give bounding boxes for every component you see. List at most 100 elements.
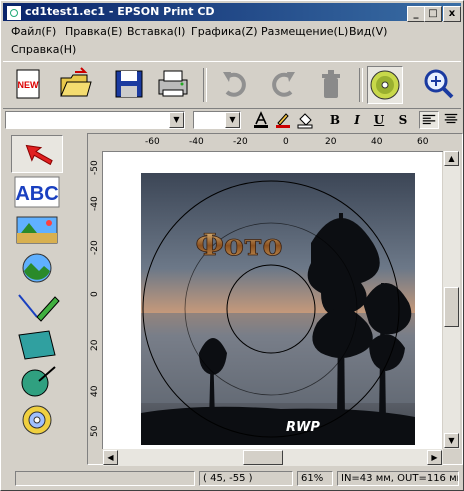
svg-text:NEW: NEW bbox=[18, 80, 40, 90]
line-pen-icon bbox=[18, 294, 60, 322]
menu-bar: Файл(F) Правка(E) Вставка(I) Графика(Z) … bbox=[3, 23, 461, 59]
menu-edit[interactable]: Правка(E) bbox=[65, 25, 122, 38]
text-color-button[interactable] bbox=[251, 111, 271, 129]
ruler-label: 20 bbox=[325, 137, 337, 147]
bold-button[interactable]: B bbox=[325, 111, 345, 129]
cd-icon bbox=[370, 70, 400, 100]
align-left-button[interactable] bbox=[419, 111, 439, 129]
ruler-label: 40 bbox=[371, 137, 383, 147]
watermark-text: RWP bbox=[286, 420, 320, 435]
line-tool[interactable] bbox=[11, 287, 63, 325]
maximize-button[interactable]: □ bbox=[424, 6, 442, 22]
ruler-label: -40 bbox=[189, 137, 204, 147]
vertical-scrollbar[interactable]: ▲ ▼ bbox=[443, 151, 460, 449]
pen-icon bbox=[276, 113, 290, 128]
ruler-label: 60 bbox=[417, 137, 429, 147]
image-tool[interactable] bbox=[11, 211, 63, 249]
cd-label-photo[interactable]: Фото RWP bbox=[141, 173, 415, 445]
app-icon bbox=[6, 5, 22, 21]
open-folder-icon bbox=[60, 67, 92, 97]
menu-graphics[interactable]: Графика(Z) bbox=[191, 25, 258, 38]
scroll-thumb[interactable] bbox=[444, 287, 459, 327]
cd-title-text[interactable]: Фото bbox=[195, 228, 283, 264]
menu-help[interactable]: Справка(H) bbox=[11, 43, 76, 56]
menu-file[interactable]: Файл(F) bbox=[11, 25, 56, 38]
select-tool[interactable] bbox=[11, 135, 63, 173]
chevron-down-icon[interactable]: ▼ bbox=[169, 112, 184, 128]
paint-bucket-icon bbox=[297, 113, 313, 129]
minimize-button[interactable]: _ bbox=[407, 6, 425, 22]
scroll-up-button[interactable]: ▲ bbox=[444, 151, 459, 166]
chevron-down-icon[interactable]: ▼ bbox=[225, 112, 240, 128]
tool-palette: ABC bbox=[3, 133, 83, 465]
ruler-label: -40 bbox=[90, 196, 100, 211]
align-center-icon bbox=[444, 113, 458, 124]
menu-layout[interactable]: Размещение(L) bbox=[261, 25, 348, 38]
ruler-label: -20 bbox=[233, 137, 248, 147]
scroll-down-button[interactable]: ▼ bbox=[444, 433, 459, 448]
shadow-button[interactable]: S bbox=[393, 111, 413, 129]
floppy-disk-icon bbox=[115, 70, 143, 98]
cd-view-button[interactable] bbox=[367, 66, 403, 104]
status-zoom: 61% bbox=[297, 471, 333, 486]
ruler-label: 50 bbox=[90, 425, 100, 437]
shape-tool[interactable] bbox=[11, 325, 63, 363]
printer-icon bbox=[158, 70, 188, 97]
save-button[interactable] bbox=[111, 66, 147, 104]
ruler-label: -60 bbox=[145, 137, 160, 147]
status-coordinates: ( 45, -55 ) bbox=[199, 471, 293, 486]
italic-button[interactable]: I bbox=[347, 111, 367, 129]
menu-insert[interactable]: Вставка(I) bbox=[127, 25, 185, 38]
horizontal-scrollbar[interactable]: ◀ ▶ bbox=[103, 449, 443, 466]
arrow-icon bbox=[25, 144, 53, 166]
ruler-label: 20 bbox=[90, 339, 100, 351]
svg-text:ABC: ABC bbox=[15, 183, 58, 205]
redo-button[interactable] bbox=[265, 66, 301, 104]
menu-view[interactable]: Вид(V) bbox=[349, 25, 387, 38]
title-bar[interactable]: cd1test1.ec1 - EPSON Print CD _ □ x bbox=[3, 3, 461, 22]
picture-icon bbox=[16, 216, 58, 244]
cd-tool[interactable] bbox=[11, 401, 63, 439]
font-size-combo[interactable]: ▼ bbox=[193, 111, 241, 129]
align-left-icon bbox=[422, 114, 436, 125]
ruler-label: -20 bbox=[90, 240, 100, 255]
trash-can-icon bbox=[322, 70, 340, 98]
open-button[interactable] bbox=[57, 66, 93, 104]
fill-tool[interactable] bbox=[11, 363, 63, 401]
status-message bbox=[15, 471, 195, 486]
circle-fill-icon bbox=[21, 366, 56, 397]
format-bar: ▼ ▼ B I U S bbox=[3, 109, 461, 131]
align-center-button[interactable] bbox=[441, 111, 461, 129]
delete-button[interactable] bbox=[313, 66, 349, 104]
fill-color-button[interactable] bbox=[295, 111, 315, 129]
toolbar-separator bbox=[359, 68, 363, 102]
pen-color-button[interactable] bbox=[273, 111, 293, 129]
scroll-right-button[interactable]: ▶ bbox=[427, 450, 442, 465]
ruler-label: -50 bbox=[90, 160, 100, 175]
circular-image-tool[interactable] bbox=[11, 249, 63, 287]
new-icon: NEW bbox=[16, 69, 40, 99]
abc-text-icon: ABC bbox=[14, 176, 60, 208]
redo-icon bbox=[272, 72, 295, 97]
close-button[interactable]: x bbox=[443, 6, 461, 22]
status-bar: ( 45, -55 ) 61% IN=43 мм, OUT=116 мм bbox=[3, 469, 461, 488]
window-title: cd1test1.ec1 - EPSON Print CD bbox=[25, 5, 215, 18]
circle-picture-icon bbox=[22, 253, 52, 283]
underline-button[interactable]: U bbox=[369, 111, 389, 129]
print-button[interactable] bbox=[155, 66, 191, 104]
ruler-label: 0 bbox=[283, 137, 289, 147]
horizontal-ruler[interactable]: -60 -40 -20 0 20 40 60 bbox=[101, 135, 443, 152]
cd-disc-icon bbox=[22, 405, 52, 435]
text-tool[interactable]: ABC bbox=[11, 173, 63, 211]
vertical-ruler[interactable]: -50 -40 -20 0 20 40 50 bbox=[88, 151, 103, 449]
scroll-left-button[interactable]: ◀ bbox=[103, 450, 118, 465]
new-button[interactable]: NEW bbox=[11, 66, 47, 104]
undo-button[interactable] bbox=[217, 66, 253, 104]
text-color-icon bbox=[254, 111, 268, 128]
toolbar-separator bbox=[203, 68, 207, 102]
rectangle-shape-icon bbox=[18, 330, 56, 360]
font-name-combo[interactable]: ▼ bbox=[5, 111, 185, 129]
zoom-in-button[interactable] bbox=[421, 66, 457, 104]
app-window: cd1test1.ec1 - EPSON Print CD _ □ x Файл… bbox=[0, 0, 464, 491]
scroll-thumb[interactable] bbox=[243, 450, 283, 465]
